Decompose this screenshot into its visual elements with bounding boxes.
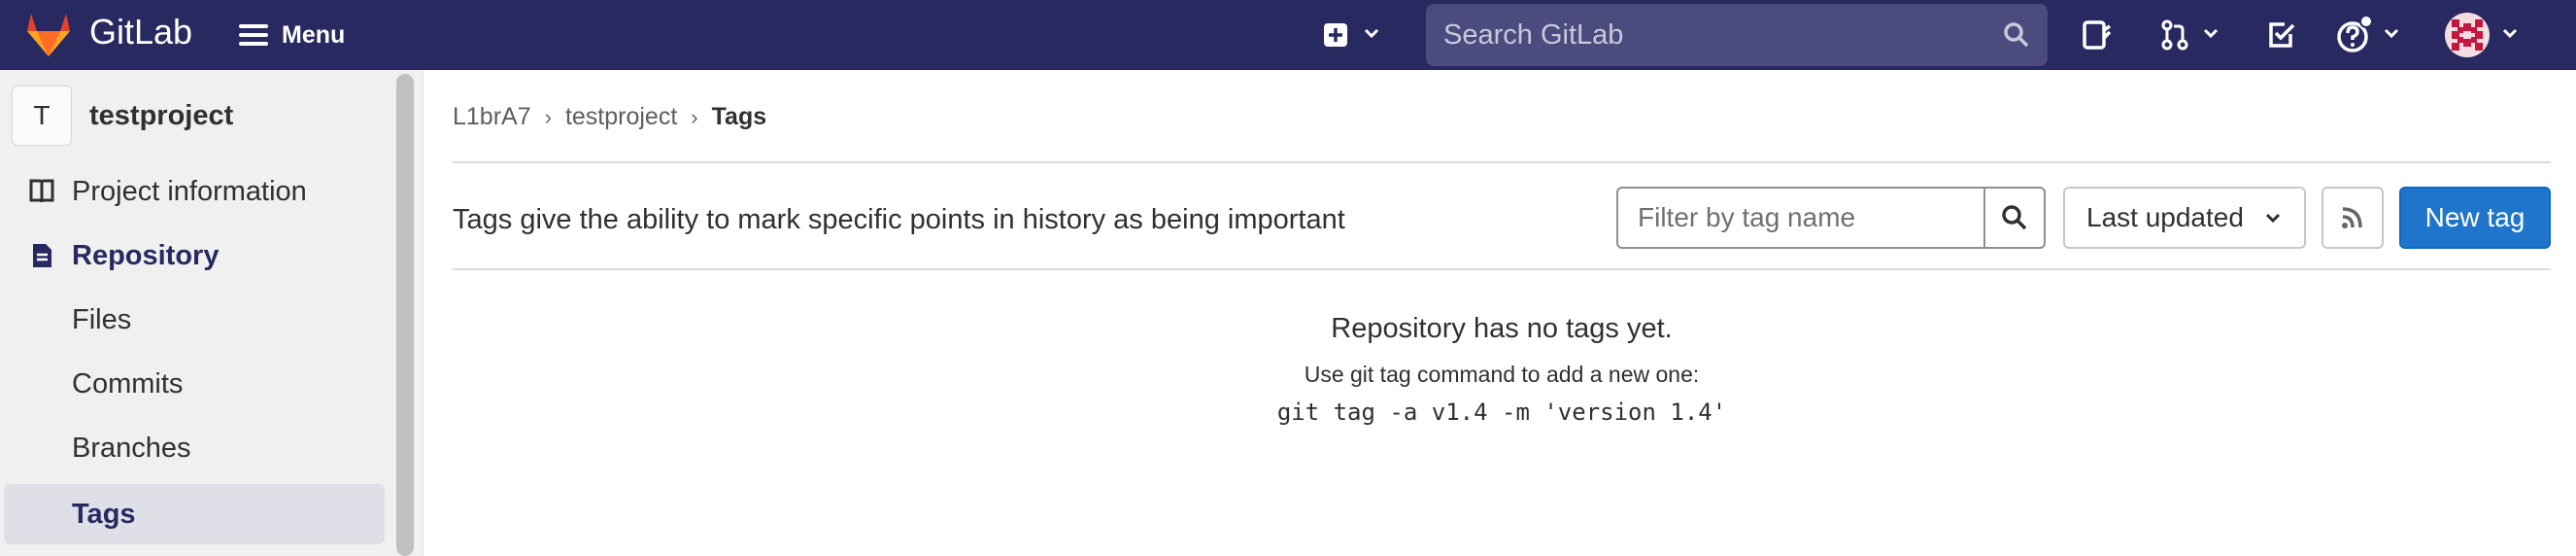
menu-button[interactable]: Menu <box>239 14 345 56</box>
gitlab-tanuki-icon <box>27 14 70 56</box>
top-navbar: GitLab Menu Search GitLab <box>0 0 2576 70</box>
merge-requests-button[interactable] <box>2158 14 2220 56</box>
sidebar-scrollbar[interactable] <box>396 74 414 556</box>
sidebar-item-label: Files <box>72 303 132 335</box>
empty-state-title: Repository has no tags yet. <box>1331 313 1673 344</box>
repository-icon <box>25 239 58 272</box>
empty-state-hint: Use git tag command to add a new one: <box>1304 362 1700 387</box>
project-avatar: T <box>12 86 72 146</box>
chevron-down-icon <box>1362 23 1381 48</box>
chevron-down-icon <box>2201 23 2220 48</box>
search-placeholder: Search GitLab <box>1443 18 1624 51</box>
merge-request-icon <box>2161 19 2188 51</box>
breadcrumb-item-project[interactable]: testproject <box>565 103 677 131</box>
sidebar-item-label: Commits <box>72 367 184 400</box>
sort-dropdown[interactable]: Last updated <box>2063 187 2306 249</box>
user-menu-button[interactable] <box>2444 13 2520 57</box>
page-description: Tags give the ability to mark specific p… <box>453 204 1345 235</box>
sidebar-item-branches[interactable]: Branches <box>0 418 389 478</box>
sidebar-item-project-information[interactable]: Project information <box>0 161 389 222</box>
hamburger-icon <box>239 19 268 51</box>
tag-filter[interactable]: Filter by tag name <box>1616 187 2046 249</box>
project-name: testproject <box>89 99 234 131</box>
breadcrumb-item-group[interactable]: L1brA7 <box>453 103 531 131</box>
todos-button[interactable] <box>2265 14 2298 56</box>
rss-button[interactable] <box>2322 187 2384 249</box>
sidebar-item-label: Branches <box>72 432 191 464</box>
chevron-right-icon: › <box>544 104 552 129</box>
issues-icon <box>2083 20 2112 50</box>
chevron-right-icon: › <box>691 104 698 129</box>
filter-search-button[interactable] <box>1985 189 2044 247</box>
sidebar-item-repository[interactable]: Repository <box>0 226 389 286</box>
search-icon <box>2002 205 2027 230</box>
breadcrumb: L1brA7 › testproject › Tags <box>453 103 766 131</box>
todo-icon <box>2269 22 2295 48</box>
project-sidebar: T testproject Project information Reposi… <box>0 70 424 556</box>
sidebar-project-header[interactable]: T testproject <box>12 86 233 146</box>
search-icon <box>2004 22 2029 48</box>
plus-square-icon <box>1324 23 1347 47</box>
new-dropdown-button[interactable] <box>1321 14 1381 56</box>
help-button[interactable] <box>2335 14 2401 56</box>
search-input[interactable]: Search GitLab <box>1426 4 2048 66</box>
sidebar-item-label: Tags <box>72 498 136 530</box>
chevron-down-icon <box>2382 23 2401 48</box>
menu-label: Menu <box>282 20 346 49</box>
gitlab-logo[interactable] <box>23 10 74 58</box>
sidebar-item-commits[interactable]: Commits <box>0 354 389 414</box>
divider <box>453 161 2551 163</box>
chevron-down-icon <box>2500 23 2520 48</box>
brand-name[interactable]: GitLab <box>89 12 192 52</box>
sidebar-item-label: Project information <box>72 175 307 207</box>
sidebar-item-files[interactable]: Files <box>0 290 389 350</box>
sidebar-item-label: Repository <box>72 239 220 271</box>
chevron-down-icon <box>2265 213 2281 224</box>
filter-tag-input[interactable]: Filter by tag name <box>1618 189 1985 247</box>
issues-button[interactable] <box>2081 14 2114 56</box>
user-avatar-icon <box>2445 13 2490 57</box>
sort-label: Last updated <box>2086 202 2244 232</box>
sidebar-item-tags[interactable]: Tags <box>4 484 385 544</box>
empty-state-command: git tag -a v1.4 -m 'version 1.4' <box>1276 399 1727 426</box>
rss-icon <box>2342 207 2362 228</box>
new-tag-button[interactable]: New tag <box>2399 187 2551 249</box>
help-icon <box>2337 16 2373 52</box>
project-icon <box>25 175 58 208</box>
divider <box>453 268 2551 270</box>
breadcrumb-item-current[interactable]: Tags <box>712 103 767 131</box>
